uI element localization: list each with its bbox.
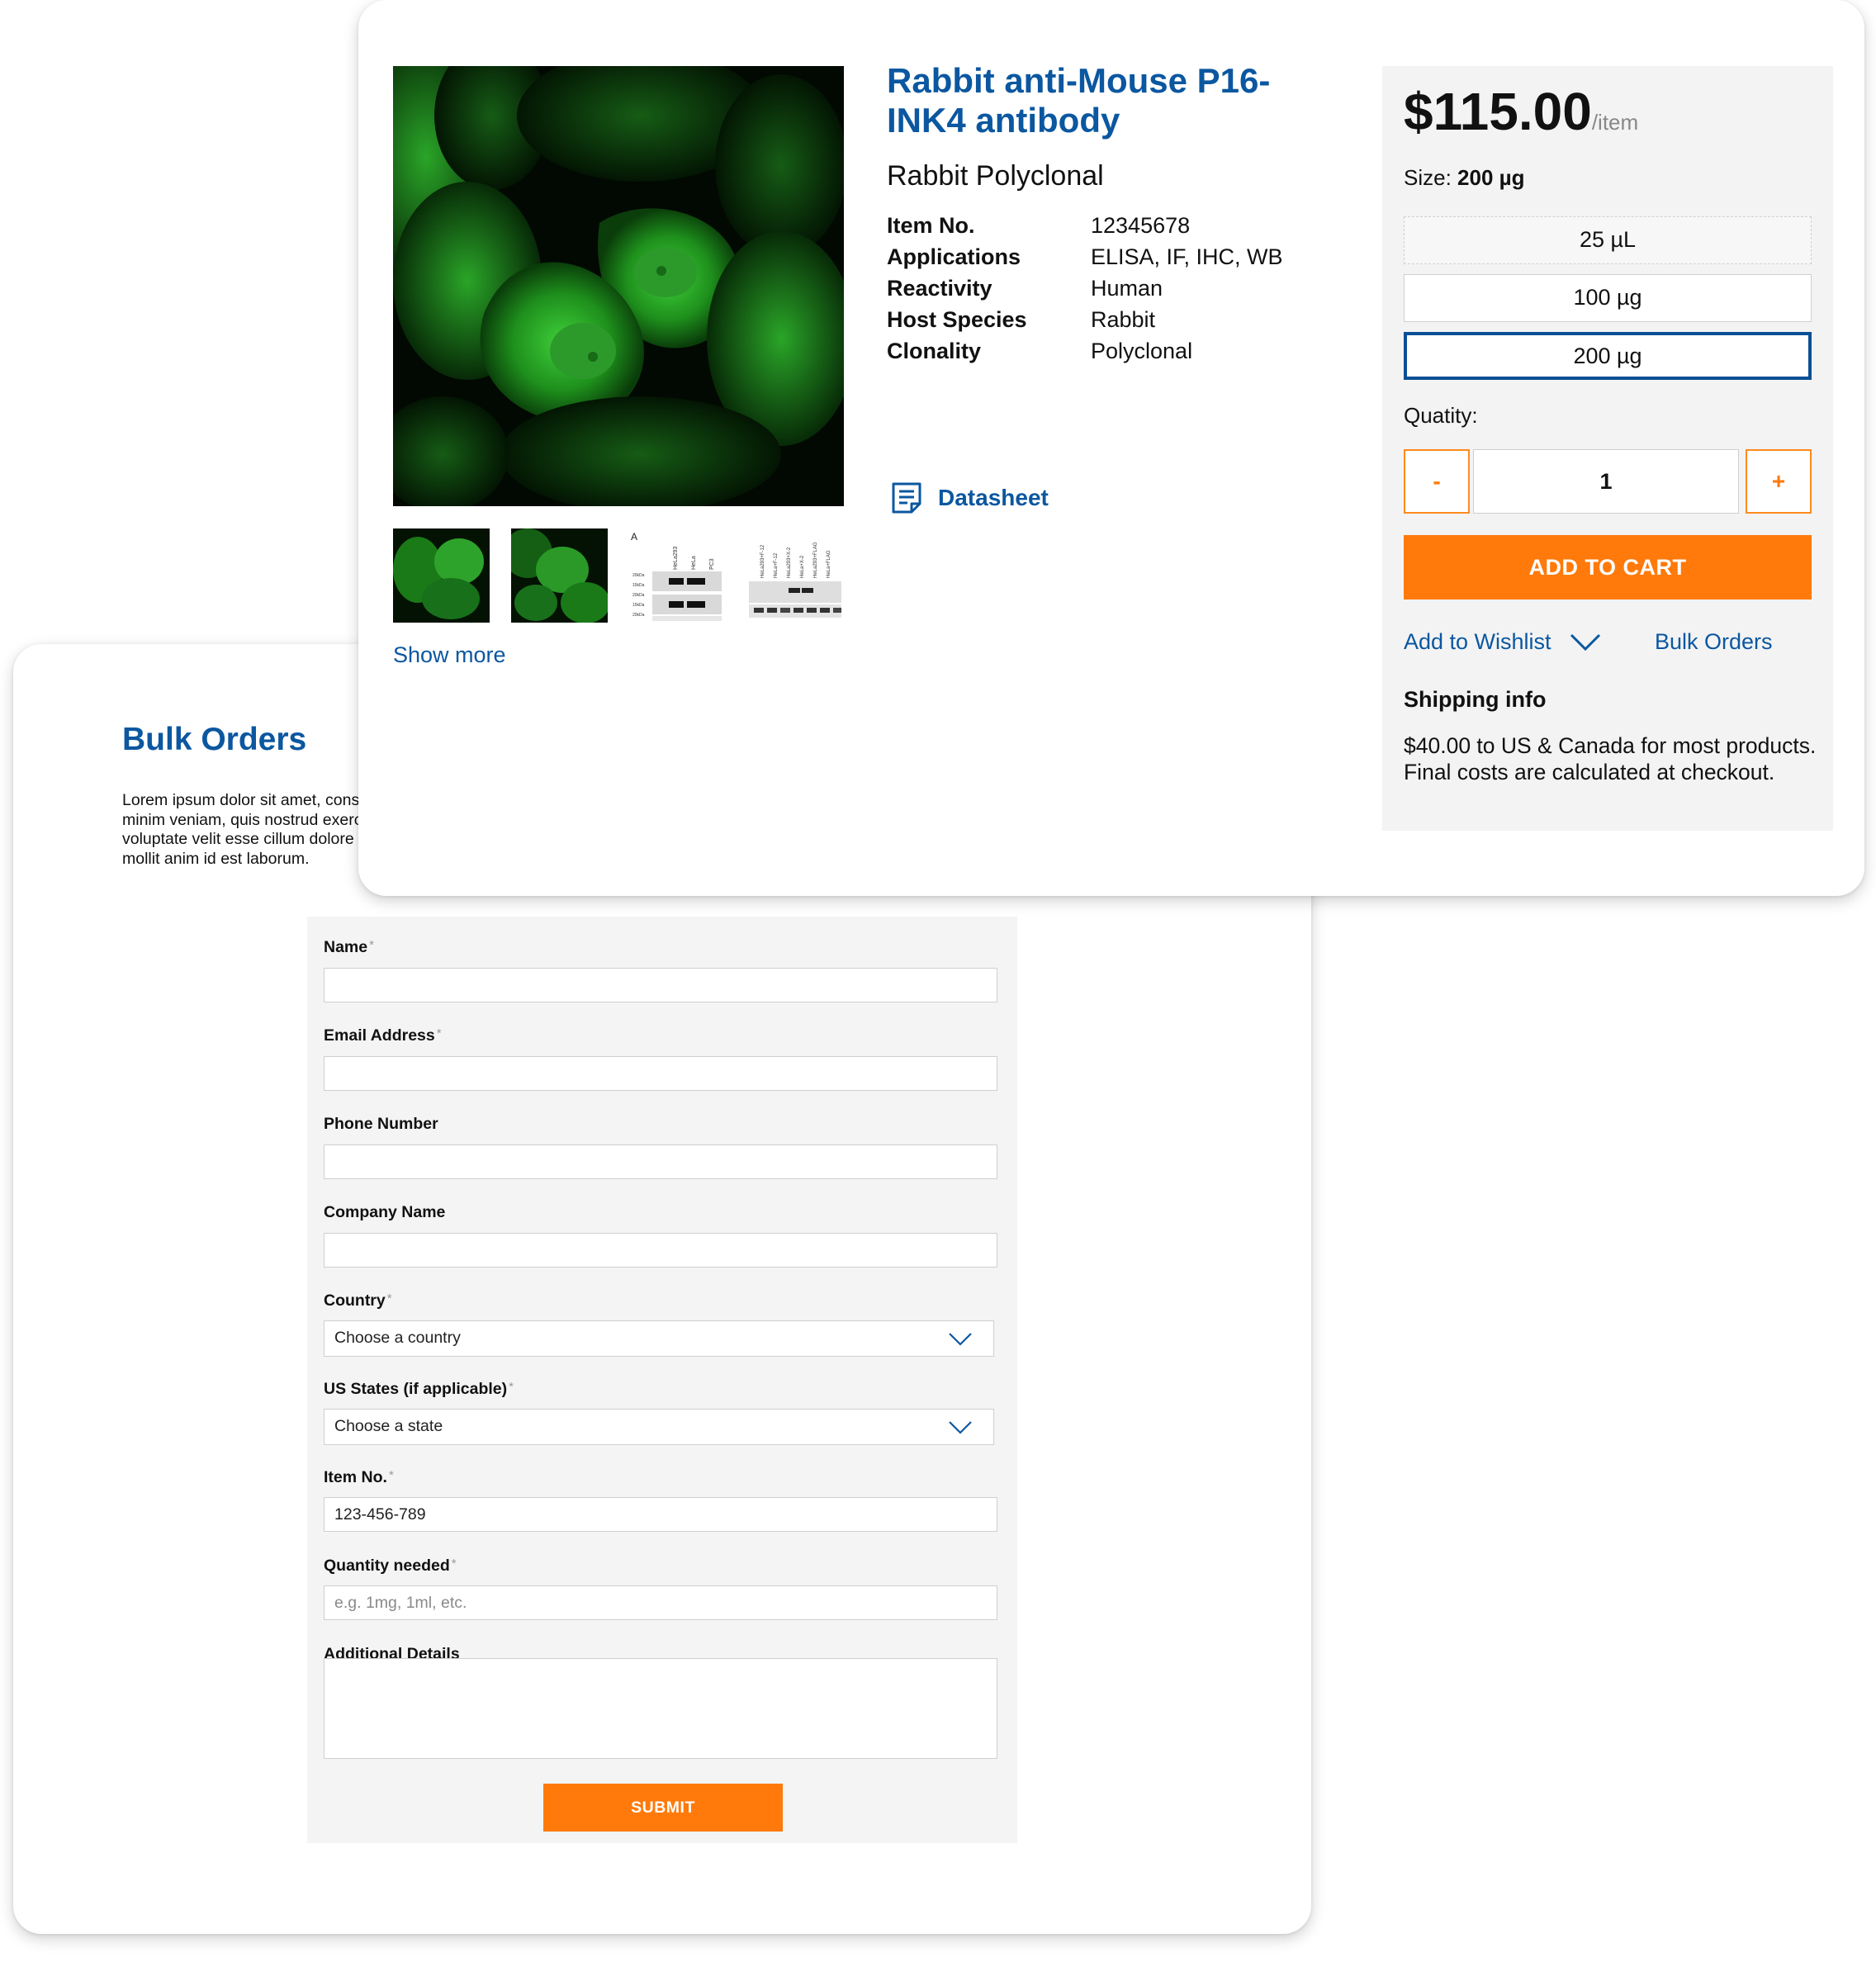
add-to-cart-button[interactable]: ADD TO CART xyxy=(1404,535,1812,600)
spec-key: Applications xyxy=(887,244,1021,269)
product-card: A HeLa293 HeLa PC3 20kDa 15kDa 20kDa 15k… xyxy=(358,0,1864,896)
document-icon xyxy=(892,482,921,514)
country-select[interactable]: Choose a country xyxy=(324,1320,994,1357)
datasheet-label: Datasheet xyxy=(938,485,1049,510)
state-select[interactable]: Choose a state xyxy=(324,1409,994,1445)
size-prefix: Size: xyxy=(1404,165,1452,190)
spec-value: Human xyxy=(1091,276,1163,301)
blot-lane-label: HeLa293+FLAG xyxy=(813,542,818,578)
phone-field[interactable] xyxy=(324,1144,997,1179)
fluorescent-thumb-image xyxy=(511,528,608,623)
blot-lane-label: PC3 xyxy=(709,558,715,570)
blot-marker-label: 20kDa xyxy=(632,613,645,618)
spec-value: ELISA, IF, IHC, WB xyxy=(1091,244,1283,269)
add-to-wishlist-link[interactable]: Add to Wishlist xyxy=(1404,629,1601,655)
blot-lane-label: HeLa xyxy=(691,556,697,570)
quantity-needed-field[interactable]: e.g. 1mg, 1ml, etc. xyxy=(324,1585,997,1620)
email-label: Email Address * xyxy=(324,1026,442,1045)
blot-marker-label: 20kDa xyxy=(632,593,645,598)
shipping-info-text: $40.00 to US & Canada for most products.… xyxy=(1404,733,1817,784)
spec-value: Polyclonal xyxy=(1091,339,1193,363)
quantity-decrease-button[interactable]: - xyxy=(1404,449,1470,514)
phone-label: Phone Number xyxy=(324,1115,438,1133)
price-value: $115.00 xyxy=(1404,82,1592,141)
purchase-panel: $115.00/item Size: 200 µg 25 µL 100 µg 2… xyxy=(1382,66,1833,831)
size-selected-value: 200 µg xyxy=(1457,165,1525,190)
blot-lane-label: HeLa+FLAG xyxy=(827,550,831,578)
blot-lane-label: HeLa293 xyxy=(673,546,679,570)
submit-button[interactable]: SUBMIT xyxy=(543,1784,783,1832)
blot-marker-label: 15kDa xyxy=(632,583,645,588)
thumbnail-2[interactable] xyxy=(511,528,608,623)
size-option-25ul[interactable]: 25 µL xyxy=(1404,216,1812,264)
spec-value: 12345678 xyxy=(1091,213,1191,238)
blot-marker-label: 15kDa xyxy=(632,603,645,608)
item-number-label: Item No. * xyxy=(324,1468,394,1486)
bulk-order-form: Name * Email Address * Phone Number Compan… xyxy=(307,917,1017,1843)
fluorescent-cells-image xyxy=(393,66,844,506)
spec-key: Reactivity xyxy=(887,276,992,301)
blot-panel-letter: A xyxy=(631,531,637,543)
fluorescent-thumb-image xyxy=(393,528,490,623)
chevron-down-icon[interactable] xyxy=(1570,633,1601,652)
price-unit: /item xyxy=(1591,110,1639,135)
quantity-input[interactable]: 1 xyxy=(1473,449,1739,514)
state-select-value: Choose a state xyxy=(334,1417,443,1435)
spec-value: Rabbit xyxy=(1091,307,1156,332)
item-number-field[interactable]: 123-456-789 xyxy=(324,1497,997,1532)
western-blot-image: HeLa293+F-12 HeLa+F-12 HeLa293+X-2 HeLa+… xyxy=(747,528,844,623)
shipping-info-title: Shipping info xyxy=(1404,687,1547,712)
email-field[interactable] xyxy=(324,1056,997,1091)
spec-key: Clonality xyxy=(887,339,982,363)
datasheet-link[interactable]: Datasheet xyxy=(890,479,1049,517)
country-label: Country * xyxy=(324,1291,392,1310)
chevron-down-icon xyxy=(949,1333,972,1346)
quantity-label: Quatity: xyxy=(1404,403,1478,428)
quantity-increase-button[interactable]: + xyxy=(1746,449,1812,514)
thumbnail-western-blot-1[interactable]: A HeLa293 HeLa PC3 20kDa 15kDa 20kDa 15k… xyxy=(629,528,726,623)
size-option-200ug[interactable]: 200 µg xyxy=(1404,332,1812,380)
spec-key: Host Species xyxy=(887,307,1027,332)
state-label: US States (if applicable) * xyxy=(324,1380,514,1398)
western-blot-image: A HeLa293 HeLa PC3 20kDa 15kDa 20kDa 15k… xyxy=(629,528,726,623)
product-title: Rabbit anti-Mouse P16-INK4 antibody xyxy=(887,61,1271,140)
wishlist-label: Add to Wishlist xyxy=(1404,629,1551,654)
blot-lane-label: HeLa293+X-2 xyxy=(787,547,792,578)
show-more-link[interactable]: Show more xyxy=(393,642,506,668)
blot-lane-label: HeLa+F-12 xyxy=(774,552,779,578)
product-subtitle: Rabbit Polyclonal xyxy=(887,160,1104,192)
bulk-orders-title: Bulk Orders xyxy=(122,722,307,757)
blot-marker-label: 20kDa xyxy=(632,573,645,578)
name-field[interactable] xyxy=(324,968,997,1002)
spec-key: Item No. xyxy=(887,213,975,238)
bulk-orders-link[interactable]: Bulk Orders xyxy=(1655,629,1773,655)
size-option-100ug[interactable]: 100 µg xyxy=(1404,274,1812,322)
product-main-image[interactable] xyxy=(393,66,844,506)
blot-lane-label: HeLa293+F-12 xyxy=(760,544,765,578)
chevron-down-icon xyxy=(949,1421,972,1434)
thumbnail-1[interactable] xyxy=(393,528,490,623)
thumbnail-western-blot-2[interactable]: HeLa293+F-12 HeLa+F-12 HeLa293+X-2 HeLa+… xyxy=(747,528,844,623)
company-label: Company Name xyxy=(324,1203,446,1221)
country-select-value: Choose a country xyxy=(334,1329,461,1347)
company-field[interactable] xyxy=(324,1233,997,1268)
name-label: Name * xyxy=(324,938,374,956)
blot-lane-label: HeLa+X-2 xyxy=(800,555,805,578)
price: $115.00/item xyxy=(1404,81,1638,142)
quantity-needed-label: Quantity needed * xyxy=(324,1557,457,1575)
selected-size: Size: 200 µg xyxy=(1404,165,1525,191)
additional-details-field[interactable] xyxy=(324,1658,997,1759)
